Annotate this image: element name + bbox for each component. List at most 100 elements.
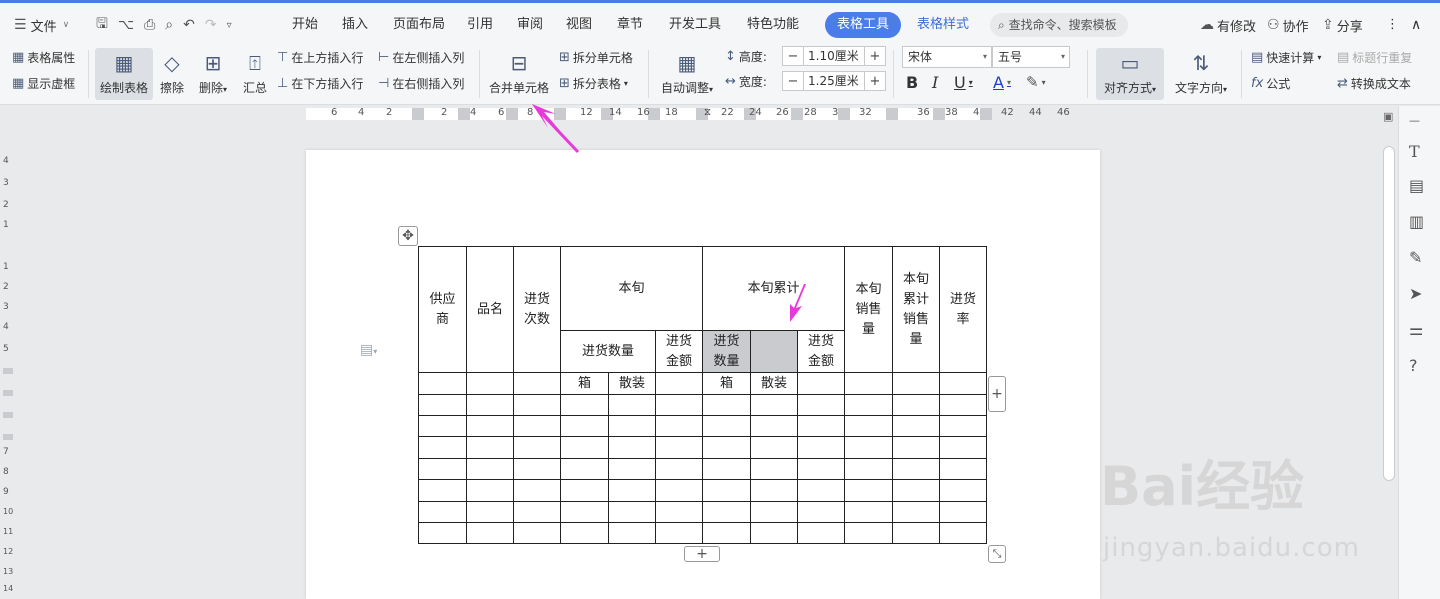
table-cell[interactable]	[844, 458, 893, 480]
insert-above-button[interactable]: ⊤ 在上方插入行	[277, 49, 363, 66]
table-cell[interactable]	[608, 522, 656, 544]
table-cell[interactable]	[702, 436, 751, 459]
tab-table-style[interactable]: 表格样式	[917, 12, 969, 38]
vertical-ruler[interactable]: 4 3 2 1 1 2 3 4 5 7 8 9 10 11 12 13 14	[0, 122, 16, 599]
sliders-icon[interactable]: ⚌	[1409, 320, 1423, 339]
ruler-marker[interactable]	[980, 108, 992, 120]
table-cell[interactable]	[418, 436, 467, 459]
tab-view[interactable]: 视图	[566, 12, 592, 38]
selected-cell[interactable]: 进货数量	[702, 330, 751, 373]
table-header-cell[interactable]: 进货率	[939, 246, 987, 373]
undo-icon[interactable]: ↶	[183, 17, 195, 33]
tab-features[interactable]: 特色功能	[747, 12, 799, 38]
tab-insert[interactable]: 插入	[342, 12, 368, 38]
quick-calc-button[interactable]: ▤ 快速计算 ▾	[1251, 49, 1321, 66]
insert-left-button[interactable]: ⊢ 在左侧插入列	[378, 49, 464, 66]
table-cell[interactable]	[939, 394, 987, 416]
table-cell[interactable]	[513, 479, 561, 502]
table-cell[interactable]	[560, 436, 609, 459]
table-cell[interactable]	[750, 436, 798, 459]
table-cell[interactable]	[466, 522, 514, 544]
table-cell[interactable]	[702, 501, 751, 523]
resize-table-icon[interactable]: ⤡	[988, 545, 1006, 563]
table-cell[interactable]	[608, 501, 656, 523]
table-cell[interactable]	[655, 436, 703, 459]
auto-adjust-button[interactable]: ▦ 自动调整▾	[657, 48, 717, 100]
cursor-icon[interactable]: ➤	[1409, 284, 1422, 303]
table-cell[interactable]	[560, 501, 609, 523]
table-cell[interactable]: 散装	[608, 372, 656, 395]
height-value[interactable]: 1.10厘米	[803, 47, 865, 65]
paragraph-options-icon[interactable]: ▤▾	[360, 342, 377, 358]
repeat-header-button[interactable]: ▤ 标题行重复	[1337, 49, 1412, 66]
more-icon[interactable]: ▿	[227, 20, 232, 31]
table-header-cell[interactable]: 本旬累计销售量	[892, 246, 940, 373]
ruler-marker[interactable]	[412, 108, 424, 120]
table-cell[interactable]	[702, 458, 751, 480]
font-name-select[interactable]: 宋体 ▾	[902, 46, 992, 68]
print-preview-icon[interactable]: ⌕	[165, 17, 173, 33]
vertical-scrollbar[interactable]: ▣	[1380, 106, 1398, 599]
table-cell[interactable]	[939, 415, 987, 437]
draw-table-button[interactable]: ▦ 绘制表格	[95, 48, 153, 100]
align-button[interactable]: ▭ 对齐方式▾	[1096, 48, 1164, 100]
table-cell[interactable]	[466, 394, 514, 416]
plus-icon[interactable]: +	[865, 49, 885, 64]
scroll-top-icon[interactable]: ▣	[1383, 110, 1393, 123]
table-cell[interactable]	[466, 372, 514, 395]
table-cell[interactable]	[608, 479, 656, 502]
table-cell[interactable]	[797, 415, 845, 437]
table-cell[interactable]	[560, 458, 609, 480]
bold-icon[interactable]: B	[906, 73, 918, 92]
add-row-button[interactable]: +	[684, 546, 720, 562]
insert-right-button[interactable]: ⊣ 在右侧插入列	[378, 75, 464, 92]
table-cell[interactable]	[513, 394, 561, 416]
redo-icon[interactable]: ↷	[205, 17, 217, 33]
table-cell[interactable]	[466, 436, 514, 459]
print-icon[interactable]: ⎙	[144, 17, 155, 33]
table-cell[interactable]	[655, 394, 703, 416]
underline-icon[interactable]: U ▾	[954, 73, 973, 92]
table-cell[interactable]	[844, 436, 893, 459]
table-cell[interactable]	[608, 436, 656, 459]
table-cell[interactable]	[418, 458, 467, 480]
table-cell[interactable]	[513, 436, 561, 459]
table-cell[interactable]	[655, 501, 703, 523]
ruler-marker[interactable]	[791, 108, 803, 120]
table-cell[interactable]	[466, 479, 514, 502]
width-value[interactable]: 1.25厘米	[803, 72, 865, 90]
sidebar-collapse-icon[interactable]: —	[1409, 114, 1420, 127]
table-cell[interactable]: 箱	[560, 372, 609, 395]
tab-chapter[interactable]: 章节	[617, 12, 643, 38]
table-cell[interactable]	[797, 372, 845, 395]
highlight-icon[interactable]: ✎ ▾	[1026, 73, 1046, 91]
table-cell[interactable]	[702, 522, 751, 544]
scrollbar-thumb[interactable]	[1383, 146, 1395, 481]
table-cell[interactable]	[797, 458, 845, 480]
table-cell[interactable]	[560, 479, 609, 502]
tab-reference[interactable]: 引用	[467, 12, 493, 38]
split-cells-button[interactable]: ⊞ 拆分单元格	[559, 49, 633, 66]
table-cell[interactable]	[797, 436, 845, 459]
table-cell[interactable]	[892, 522, 940, 544]
table-cell[interactable]	[655, 372, 703, 395]
table-cell[interactable]	[418, 372, 467, 395]
ruler-marker[interactable]	[933, 108, 945, 120]
table-cell[interactable]	[844, 415, 893, 437]
tab-page-layout[interactable]: 页面布局	[393, 12, 445, 38]
table-cell[interactable]	[702, 479, 751, 502]
table-cell[interactable]	[560, 522, 609, 544]
pen-icon[interactable]: ✎	[1409, 248, 1422, 267]
table-cell[interactable]	[750, 479, 798, 502]
table-cell[interactable]	[939, 522, 987, 544]
font-size-select[interactable]: 五号 ▾	[992, 46, 1070, 68]
indent-marker-icon[interactable]: ⧖	[704, 107, 711, 118]
table-cell[interactable]	[608, 415, 656, 437]
table-cell[interactable]	[844, 522, 893, 544]
table-cell[interactable]	[702, 394, 751, 416]
text-style-icon[interactable]: T	[1409, 142, 1420, 161]
table-row[interactable]	[418, 501, 987, 523]
file-settings-icon[interactable]: ▥	[1409, 212, 1424, 231]
help-icon[interactable]: ?	[1409, 356, 1418, 375]
tab-start[interactable]: 开始	[292, 12, 318, 38]
